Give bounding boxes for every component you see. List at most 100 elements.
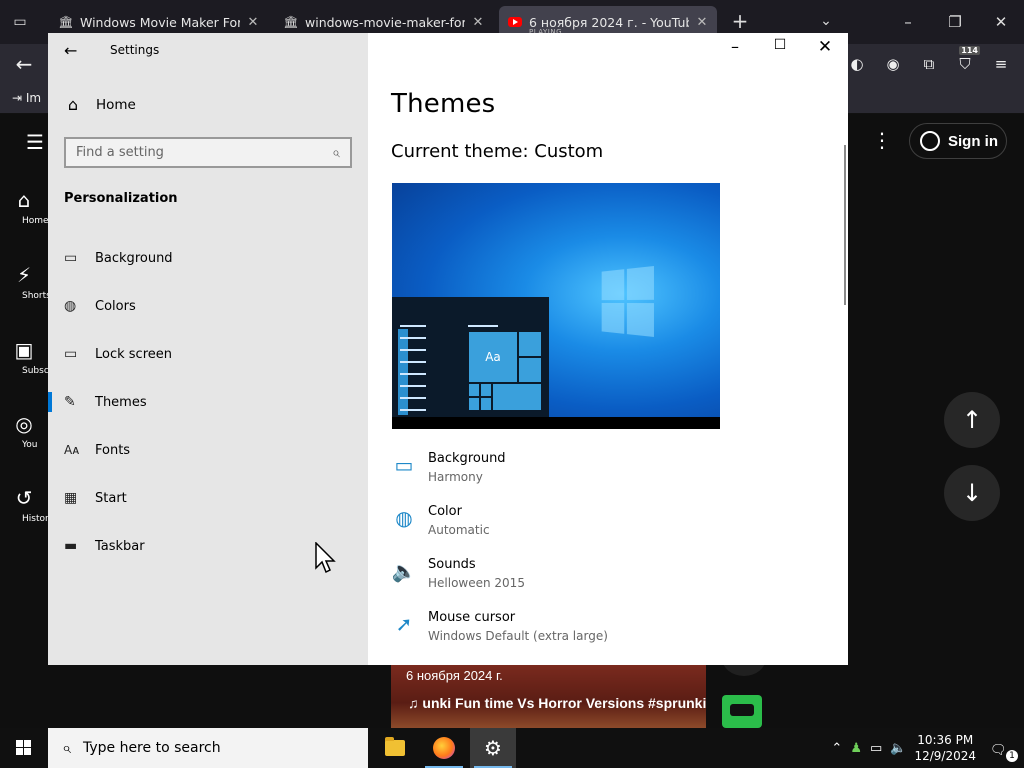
more-options-icon[interactable]: ⋮: [872, 128, 892, 152]
nav-item-label: Colors: [95, 298, 136, 314]
content-scrollbar[interactable]: [844, 145, 846, 305]
hamburger-menu-icon[interactable]: ≡: [988, 52, 1014, 76]
nav-item-themes[interactable]: ✎ Themes: [48, 382, 368, 422]
extension-badge: 114: [959, 46, 980, 55]
search-icon: ⌕: [62, 738, 71, 757]
video-date: 6 ноября 2024 г.: [406, 668, 503, 683]
themes-brush-icon: ✎: [64, 394, 76, 410]
you-icon: ◎: [15, 412, 33, 436]
start-button[interactable]: [0, 728, 48, 768]
nav-item-label: Background: [95, 250, 173, 266]
back-arrow-icon[interactable]: ←: [64, 41, 77, 60]
find-setting-input[interactable]: Find a setting ⌕: [64, 137, 352, 168]
taskbar-app-settings[interactable]: ⚙: [470, 728, 516, 768]
volume-icon[interactable]: 🔈: [890, 741, 906, 756]
taskbar-search-box[interactable]: ⌕ Type here to search: [48, 728, 368, 768]
preview-tiles: Aa: [468, 331, 542, 417]
close-tab-icon[interactable]: ✕: [246, 15, 260, 30]
clock[interactable]: 10:36 PM 12/9/2024: [914, 732, 976, 764]
windows-logo-icon: [601, 265, 655, 338]
nav-item-background[interactable]: ▭ Background: [48, 238, 368, 278]
user-icon: [920, 131, 940, 151]
import-bookmarks-link[interactable]: ⇥ Im: [12, 91, 41, 105]
setting-name: Color: [428, 504, 462, 519]
nav-item-fonts[interactable]: Aᴀ Fonts: [48, 430, 368, 470]
arrow-up-icon: ↑: [961, 406, 983, 434]
ublock-icon[interactable]: ⛉ 114: [952, 46, 980, 76]
theme-background-setting[interactable]: ▭ Background Harmony: [391, 451, 691, 491]
home-icon: ⌂: [67, 95, 79, 114]
notification-icon: 🗨: [990, 742, 1007, 758]
preview-taskbar: [392, 417, 720, 429]
back-arrow-icon[interactable]: ←: [10, 52, 38, 76]
museum-icon: 🏛: [283, 15, 299, 29]
scroll-down-button[interactable]: ↓: [944, 465, 1000, 521]
theme-mouse-cursor-setting[interactable]: ➚ Mouse cursor Windows Default (extra la…: [391, 610, 691, 650]
palette-icon: ◍: [64, 298, 77, 314]
taskbar-icon: ▬: [64, 538, 78, 554]
maximize-icon[interactable]: ☐: [769, 37, 791, 53]
youtube-icon: [507, 14, 523, 30]
yt-nav-home[interactable]: ⌂ Home: [0, 188, 49, 226]
yt-nav-you[interactable]: ◎ You: [0, 412, 48, 450]
scroll-up-button[interactable]: ↑: [944, 392, 1000, 448]
clock-date: 12/9/2024: [914, 749, 976, 763]
theme-color-setting[interactable]: ◍ Color Automatic: [391, 504, 691, 544]
windows-logo-icon: [16, 740, 32, 756]
yt-nav-label: Histor: [22, 514, 49, 524]
start-tiles-icon: ▦: [64, 490, 78, 506]
setting-value: Helloween 2015: [428, 576, 525, 590]
taskbar-app-firefox[interactable]: [421, 728, 467, 768]
sign-in-button[interactable]: Sign in: [909, 123, 1007, 159]
theme-sounds-setting[interactable]: 🔈 Sounds Helloween 2015: [391, 557, 691, 597]
close-icon[interactable]: ✕: [814, 37, 836, 57]
close-icon[interactable]: ✕: [986, 8, 1016, 36]
yt-nav-history[interactable]: ↺ Histor: [0, 486, 49, 524]
windows-taskbar: ⌕ Type here to search ⚙ ⌃ ♟ ▭ 🔈 10:36 PM…: [0, 728, 1024, 768]
account-icon[interactable]: ◉: [880, 52, 906, 76]
video-title[interactable]: ♫ unki Fun time Vs Horror Versions #spru…: [408, 695, 706, 711]
extensions-puzzle-icon[interactable]: ⧉: [916, 52, 942, 76]
close-tab-icon[interactable]: ✕: [471, 15, 485, 30]
nav-item-start[interactable]: ▦ Start: [48, 478, 368, 518]
nav-item-label: Taskbar: [95, 538, 145, 554]
yt-nav-label: Subscript: [22, 366, 65, 376]
action-center-button[interactable]: 🗨 1: [990, 739, 1018, 762]
shorts-icon: ⚡: [16, 263, 32, 287]
preview-line: [468, 325, 498, 327]
minimize-icon[interactable]: –: [724, 37, 746, 56]
chevron-up-icon[interactable]: ⌃: [831, 741, 842, 756]
taskbar-app-file-explorer[interactable]: [372, 728, 418, 768]
settings-window: ← Settings ⌂ Home Find a setting ⌕ Perso…: [48, 33, 848, 665]
yt-nav-subscriptions[interactable]: ▣ Subscript: [0, 338, 65, 376]
youtube-menu-icon[interactable]: ☰: [26, 130, 44, 154]
people-icon[interactable]: ♟: [850, 741, 862, 756]
cursor-icon: ➚: [395, 612, 413, 636]
restore-icon[interactable]: ❐: [940, 8, 970, 36]
close-tab-icon[interactable]: ✕: [695, 15, 709, 30]
nav-item-lock-screen[interactable]: ▭ Lock screen: [48, 334, 368, 374]
tab-manager-icon[interactable]: ▭: [8, 10, 32, 34]
chevron-down-icon[interactable]: ⌄: [815, 10, 837, 32]
nav-item-colors[interactable]: ◍ Colors: [48, 286, 368, 326]
yt-nav-shorts[interactable]: ⚡ Shorts: [0, 263, 51, 301]
page-title: Themes: [391, 89, 496, 119]
new-tab-button[interactable]: +: [729, 10, 751, 32]
nav-item-label: Themes: [95, 394, 147, 410]
nav-item-label: Lock screen: [95, 346, 172, 362]
current-theme-label: Current theme: Custom: [391, 141, 604, 162]
nav-item-label: Start: [95, 490, 127, 506]
search-placeholder: Type here to search: [82, 740, 221, 756]
notification-count: 1: [1006, 749, 1018, 762]
minimize-icon[interactable]: –: [893, 8, 923, 36]
home-label: Home: [96, 96, 136, 113]
tab-title: windows-movie-maker-for-win: [305, 14, 465, 30]
settings-home-link[interactable]: ⌂ Home: [64, 95, 136, 114]
network-icon[interactable]: ▭: [870, 741, 882, 756]
setting-value: Harmony: [428, 470, 483, 484]
home-icon: ⌂: [17, 188, 31, 212]
video-thumbnail[interactable]: [722, 695, 762, 728]
import-label: Im: [25, 91, 42, 105]
picture-icon: ▭: [64, 250, 78, 266]
arrow-down-icon: ↓: [961, 479, 983, 507]
